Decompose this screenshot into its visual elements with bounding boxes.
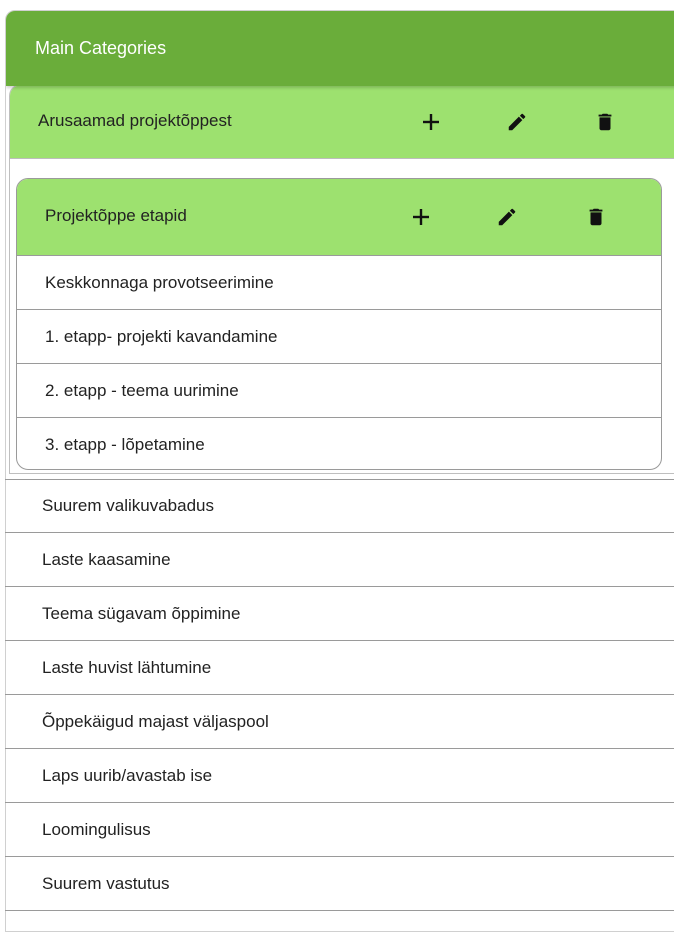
plus-icon: [423, 114, 439, 130]
edit-subcategory-button[interactable]: [494, 204, 520, 230]
trash-icon: [598, 113, 612, 131]
trash-icon: [589, 208, 603, 226]
list-item[interactable]: Laste kaasamine: [5, 533, 674, 587]
main-categories-header: Main Categories: [6, 11, 674, 86]
delete-category-button[interactable]: [592, 109, 618, 135]
category-title: Arusaamad projektõppest: [38, 111, 232, 130]
list-item[interactable]: Suurem vastutus: [5, 857, 674, 911]
category-header[interactable]: Arusaamad projektõppest: [10, 85, 674, 159]
subcategory-item[interactable]: 2. etapp - teema uurimine: [17, 364, 661, 418]
list-item[interactable]: Suurem valikuvabadus: [5, 479, 674, 533]
list-item[interactable]: Õppekäigud majast väljaspool: [5, 695, 674, 749]
add-subcategory-button[interactable]: [418, 109, 444, 135]
list-item[interactable]: Teema sügavam õppimine: [5, 587, 674, 641]
subcategory-title: Projektõppe etapid: [45, 206, 187, 225]
delete-subcategory-button[interactable]: [583, 204, 609, 230]
add-subcategory-item-button[interactable]: [408, 204, 434, 230]
plus-icon: [413, 209, 429, 225]
category-item-list: Suurem valikuvabadus Laste kaasamine Tee…: [5, 479, 674, 911]
list-item[interactable]: Laste huvist lähtumine: [5, 641, 674, 695]
pencil-icon: [498, 208, 516, 226]
list-item[interactable]: Laps uurib/avastab ise: [5, 749, 674, 803]
list-item[interactable]: Loomingulisus: [5, 803, 674, 857]
pencil-icon: [508, 113, 526, 131]
subcategory-item[interactable]: Keskkonnaga provotseerimine: [17, 256, 661, 310]
main-categories-title: Main Categories: [35, 38, 167, 58]
subcategory-card: Projektõppe etapid Keskkonnaga provotsee…: [16, 178, 662, 470]
subcategory-item[interactable]: 3. etapp - lõpetamine: [17, 418, 661, 469]
subcategory-item[interactable]: 1. etapp- projekti kavandamine: [17, 310, 661, 364]
edit-category-button[interactable]: [504, 109, 530, 135]
subcategory-header[interactable]: Projektõppe etapid: [17, 179, 661, 256]
